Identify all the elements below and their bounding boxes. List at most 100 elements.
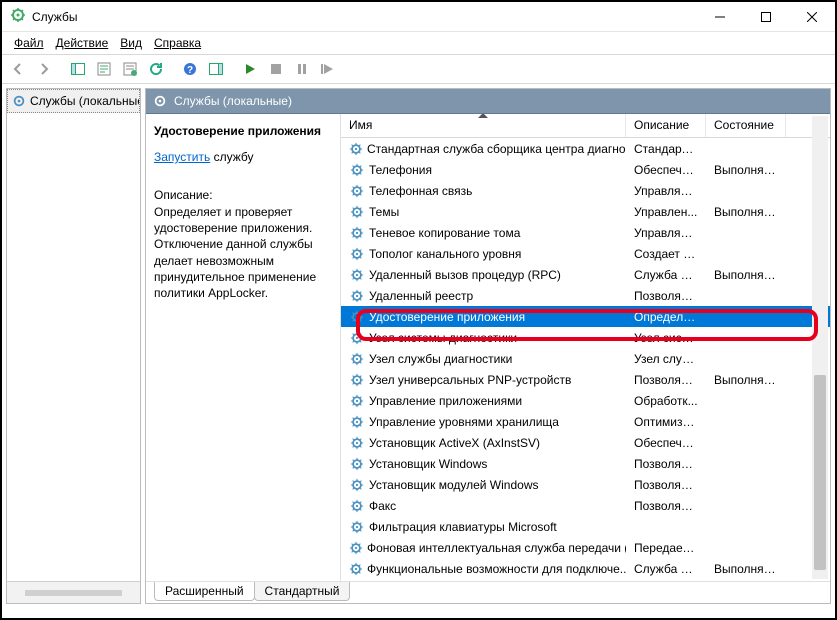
table-row[interactable]: Удаленный реестрПозволяет... xyxy=(341,285,830,306)
service-state: Выполняетс xyxy=(706,205,786,219)
start-service-link[interactable]: Запустить xyxy=(154,150,210,164)
table-row[interactable]: Фоновая интеллектуальная служба передачи… xyxy=(341,537,830,558)
column-name[interactable]: Имя xyxy=(341,114,626,137)
table-row[interactable]: Теневое копирование томаУправляет... xyxy=(341,222,830,243)
nav-tree: Службы (локальные) xyxy=(6,88,141,604)
table-row[interactable]: ТелефонияОбеспечи...Выполняетс xyxy=(341,159,830,180)
table-row[interactable]: Телефонная связьУправляет... xyxy=(341,180,830,201)
service-icon xyxy=(349,498,365,514)
service-icon xyxy=(349,267,365,283)
services-icon xyxy=(10,7,26,26)
service-icon xyxy=(349,414,365,430)
service-desc: Обработк... xyxy=(626,394,706,408)
table-row[interactable]: Стандартная служба сборщика центра диагн… xyxy=(341,138,830,159)
service-icon xyxy=(349,288,365,304)
detail-pane: Удостоверение приложения Запустить служб… xyxy=(146,114,341,581)
table-row[interactable]: Управление уровнями хранилищаОптимизи... xyxy=(341,411,830,432)
sort-ascending-icon xyxy=(478,114,488,118)
service-name: Управление приложениями xyxy=(369,394,522,408)
table-row[interactable]: Установщик ActiveX (AxInstSV)Обеспечи... xyxy=(341,432,830,453)
export-icon[interactable] xyxy=(118,57,142,81)
refresh-icon[interactable] xyxy=(144,57,168,81)
table-row[interactable]: Установщик модулей Windows Позволяет... xyxy=(341,474,830,495)
table-row[interactable]: Установщик Windows Позволяет... xyxy=(341,453,830,474)
properties-icon[interactable] xyxy=(92,57,116,81)
start-service-icon[interactable] xyxy=(238,57,262,81)
menu-file[interactable]: Файл xyxy=(8,34,50,52)
service-icon xyxy=(349,456,365,472)
list-header: Имя Описание Состояние xyxy=(341,114,830,138)
service-name: Установщик модулей Windows xyxy=(369,478,538,492)
service-icon xyxy=(349,351,365,367)
table-row[interactable]: Узел универсальных PNP-устройств Позволяе… xyxy=(341,369,830,390)
column-description[interactable]: Описание xyxy=(626,114,706,137)
nav-back-icon[interactable] xyxy=(6,57,30,81)
service-icon xyxy=(349,225,365,241)
minimize-button[interactable] xyxy=(697,2,743,32)
close-button[interactable] xyxy=(789,2,835,32)
table-row[interactable]: Управление приложениями Обработк... xyxy=(341,390,830,411)
toolbar: ? xyxy=(2,54,835,84)
service-icon xyxy=(349,204,365,220)
help-icon[interactable]: ? xyxy=(178,57,202,81)
service-state: Выполняетс xyxy=(706,373,786,387)
show-hide-action-icon[interactable] xyxy=(204,57,228,81)
stop-service-icon[interactable] xyxy=(264,57,288,81)
table-row[interactable]: ТемыУправлен...Выполняетс xyxy=(341,201,830,222)
service-icon xyxy=(349,141,363,157)
restart-service-icon[interactable] xyxy=(316,57,340,81)
service-desc: Управлен... xyxy=(626,205,706,219)
service-icon xyxy=(349,519,365,535)
service-icon xyxy=(349,162,365,178)
service-state: Выполняетс xyxy=(706,163,786,177)
table-row[interactable]: Узел системы диагностикиУзел систе... xyxy=(341,327,830,348)
service-state: Выполняетс xyxy=(706,562,786,576)
bottom-tabs: Расширенный Стандартный xyxy=(146,581,830,603)
service-name: Узел универсальных PNP-устройств xyxy=(369,373,571,387)
window-title: Службы xyxy=(32,10,77,24)
service-desc: Оптимизи... xyxy=(626,415,706,429)
service-name: Удаленный реестр xyxy=(369,289,473,303)
service-desc: Стандартн... xyxy=(626,142,706,156)
service-name: Телефонная связь xyxy=(369,184,472,198)
panel-header: Службы (локальные) xyxy=(146,89,830,114)
services-tree-icon xyxy=(12,93,26,109)
tab-extended[interactable]: Расширенный xyxy=(154,582,255,601)
tree-item-services[interactable]: Службы (локальные) xyxy=(7,89,140,113)
nav-forward-icon[interactable] xyxy=(32,57,56,81)
scrollbar-thumb[interactable] xyxy=(814,375,826,569)
service-state: Выполняетс xyxy=(706,268,786,282)
service-desc: Обеспечи... xyxy=(626,436,706,450)
table-row[interactable]: ФаксПозволяет... xyxy=(341,495,830,516)
table-row[interactable]: Фильтрация клавиатуры Microsoft xyxy=(341,516,830,537)
service-name: Тополог канального уровня xyxy=(369,247,521,261)
tree-resize-handle[interactable] xyxy=(7,581,140,603)
table-row[interactable]: Узел службы диагностикиУзел служ... xyxy=(341,348,830,369)
service-name: Установщик Windows xyxy=(369,457,487,471)
menu-help[interactable]: Справка xyxy=(148,34,207,52)
pause-service-icon[interactable] xyxy=(290,57,314,81)
service-desc: Позволяет... xyxy=(626,373,706,387)
tab-standard[interactable]: Стандартный xyxy=(254,582,351,601)
menu-action[interactable]: Действие xyxy=(50,34,115,52)
service-name: Телефония xyxy=(369,163,432,177)
table-row[interactable]: Удаленный вызов процедур (RPC)Служба R..… xyxy=(341,264,830,285)
maximize-button[interactable] xyxy=(743,2,789,32)
service-name: Узел системы диагностики xyxy=(369,331,517,345)
service-icon xyxy=(349,435,365,451)
service-icon xyxy=(349,330,365,346)
service-desc: Позволяет... xyxy=(626,478,706,492)
vertical-scrollbar[interactable] xyxy=(812,116,828,579)
service-name: Стандартная служба сборщика центра диагн… xyxy=(367,142,626,156)
panel-header-title: Службы (локальные) xyxy=(174,94,292,108)
column-state[interactable]: Состояние xyxy=(706,114,786,137)
service-icon xyxy=(349,246,365,262)
table-row[interactable]: Тополог канального уровняСоздает ка... xyxy=(341,243,830,264)
show-hide-tree-icon[interactable] xyxy=(66,57,90,81)
menu-view[interactable]: Вид xyxy=(114,34,148,52)
service-desc: Передает ... xyxy=(626,541,706,555)
table-row[interactable]: Функциональные возможности для подключе.… xyxy=(341,558,830,579)
service-icon xyxy=(349,372,365,388)
table-row[interactable]: Удостоверение приложенияОпределя... xyxy=(341,306,830,327)
service-desc: Позволяет... xyxy=(626,457,706,471)
